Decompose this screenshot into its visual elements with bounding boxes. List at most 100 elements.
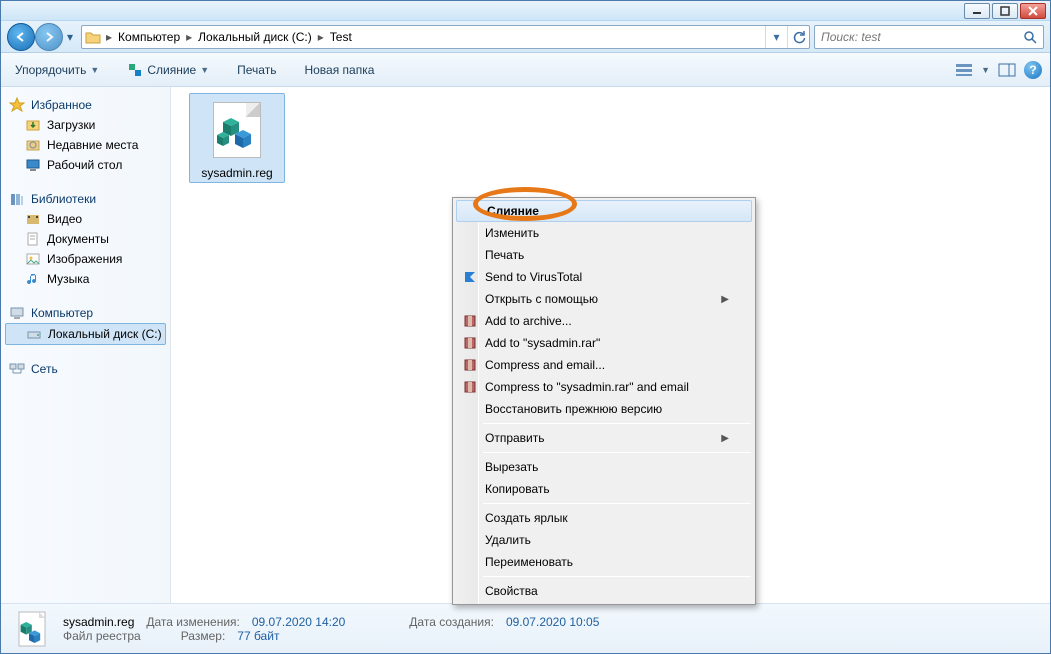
details-created-label: Дата создания:	[409, 615, 494, 629]
sidebar-item-downloads[interactable]: Загрузки	[1, 115, 170, 135]
libraries-icon	[9, 191, 25, 207]
details-filename: sysadmin.reg	[63, 615, 134, 629]
details-pane: sysadmin.reg Дата изменения: 09.07.2020 …	[1, 603, 1050, 653]
history-dropdown[interactable]: ▾	[63, 27, 77, 47]
details-mod-label: Дата изменения:	[146, 615, 240, 629]
sidebar-label: Локальный диск (C:)	[48, 327, 162, 341]
chevron-right-icon[interactable]: ▸	[104, 30, 114, 44]
crumb-folder[interactable]: Test	[326, 26, 356, 48]
network-icon	[9, 361, 25, 377]
ctx-rename[interactable]: Переименовать	[455, 551, 753, 573]
sidebar-label: Видео	[47, 212, 82, 226]
ctx-print[interactable]: Печать	[455, 244, 753, 266]
toolbar-right: ▼ ?	[955, 61, 1042, 79]
ctx-virustotal[interactable]: Send to VirusTotal	[455, 266, 753, 288]
sidebar: Избранное Загрузки Недавние места Рабочи…	[1, 87, 171, 603]
drive-icon	[26, 326, 42, 342]
ctx-sendto[interactable]: Отправить▶	[455, 427, 753, 449]
documents-icon	[25, 231, 41, 247]
ctx-addarchive[interactable]: Add to archive...	[455, 310, 753, 332]
sidebar-computer-head[interactable]: Компьютер	[1, 303, 170, 323]
downloads-icon	[25, 117, 41, 133]
ctx-addrar[interactable]: Add to "sysadmin.rar"	[455, 332, 753, 354]
organize-label: Упорядочить	[15, 63, 86, 77]
ctx-restore[interactable]: Восстановить прежнюю версию	[455, 398, 753, 420]
chevron-right-icon[interactable]: ▸	[184, 30, 194, 44]
chevron-right-icon[interactable]: ▸	[316, 30, 326, 44]
sidebar-label: Изображения	[47, 252, 122, 266]
close-button[interactable]	[1020, 3, 1046, 19]
crumb-computer[interactable]: Компьютер	[114, 26, 184, 48]
sidebar-network-head[interactable]: Сеть	[1, 359, 170, 379]
music-icon	[25, 271, 41, 287]
back-button[interactable]	[7, 23, 35, 51]
winrar-icon	[461, 378, 479, 396]
sidebar-label: Рабочий стол	[47, 158, 122, 172]
context-menu: Слияние Изменить Печать Send to VirusTot…	[452, 197, 756, 605]
newfolder-button[interactable]: Новая папка	[298, 59, 380, 81]
details-size-val: 77 байт	[237, 629, 279, 643]
sidebar-libraries-head[interactable]: Библиотеки	[1, 189, 170, 209]
sidebar-item-desktop[interactable]: Рабочий стол	[1, 155, 170, 175]
help-button[interactable]: ?	[1024, 61, 1042, 79]
print-button[interactable]: Печать	[231, 59, 282, 81]
breadcrumb: ▸ Компьютер ▸ Локальный диск (C:) ▸ Test	[104, 26, 765, 48]
reg-icon	[127, 62, 143, 78]
file-name: sysadmin.reg	[192, 166, 282, 180]
search-placeholder: Поиск: test	[821, 30, 881, 44]
sidebar-label: Компьютер	[31, 306, 93, 320]
winrar-icon	[461, 334, 479, 352]
view-button[interactable]	[955, 61, 973, 79]
minimize-button[interactable]	[964, 3, 990, 19]
submenu-arrow-icon: ▶	[721, 433, 729, 444]
preview-pane-button[interactable]	[998, 61, 1016, 79]
toolbar: Упорядочить▼ Слияние▼ Печать Новая папка…	[1, 53, 1050, 87]
ctx-delete[interactable]: Удалить	[455, 529, 753, 551]
ctx-compressemail[interactable]: Compress and email...	[455, 354, 753, 376]
organize-button[interactable]: Упорядочить▼	[9, 59, 105, 81]
maximize-button[interactable]	[992, 3, 1018, 19]
sidebar-item-local-disk[interactable]: Локальный диск (C:)	[5, 323, 166, 345]
sidebar-label: Сеть	[31, 362, 58, 376]
sidebar-item-documents[interactable]: Документы	[1, 229, 170, 249]
ctx-cut[interactable]: Вырезать	[455, 456, 753, 478]
ctx-properties[interactable]: Свойства	[455, 580, 753, 602]
merge-toolbar-button[interactable]: Слияние▼	[121, 58, 215, 82]
search-input[interactable]: Поиск: test	[814, 25, 1044, 49]
ctx-merge[interactable]: Слияние	[456, 200, 752, 222]
sidebar-item-video[interactable]: Видео	[1, 209, 170, 229]
crumb-drive[interactable]: Локальный диск (C:)	[194, 26, 316, 48]
file-item[interactable]: sysadmin.reg	[189, 93, 285, 183]
sidebar-label: Документы	[47, 232, 109, 246]
newfolder-label: Новая папка	[304, 63, 374, 77]
refresh-button[interactable]	[787, 26, 809, 48]
titlebar	[1, 1, 1050, 21]
sidebar-favorites-head[interactable]: Избранное	[1, 95, 170, 115]
merge-label: Слияние	[147, 63, 196, 77]
ctx-compressraremail[interactable]: Compress to "sysadmin.rar" and email	[455, 376, 753, 398]
video-icon	[25, 211, 41, 227]
sidebar-item-images[interactable]: Изображения	[1, 249, 170, 269]
explorer-window: ▾ ▸ Компьютер ▸ Локальный диск (C:) ▸ Te…	[0, 0, 1051, 654]
sidebar-item-music[interactable]: Музыка	[1, 269, 170, 289]
ctx-copy[interactable]: Копировать	[455, 478, 753, 500]
ctx-openwith[interactable]: Открыть с помощью▶	[455, 288, 753, 310]
winrar-icon	[461, 356, 479, 374]
computer-icon	[9, 305, 25, 321]
details-filetype: Файл реестра	[63, 629, 141, 643]
ctx-shortcut[interactable]: Создать ярлык	[455, 507, 753, 529]
file-list[interactable]: sysadmin.reg Слияние Изменить Печать Sen…	[171, 87, 1050, 603]
address-bar[interactable]: ▸ Компьютер ▸ Локальный диск (C:) ▸ Test…	[81, 25, 810, 49]
sidebar-label: Недавние места	[47, 138, 138, 152]
nav-arrows: ▾	[7, 23, 77, 51]
ctx-edit[interactable]: Изменить	[455, 222, 753, 244]
addr-dropdown[interactable]: ▾	[765, 26, 787, 48]
view-dropdown[interactable]: ▼	[981, 65, 990, 75]
forward-button[interactable]	[35, 23, 63, 51]
images-icon	[25, 251, 41, 267]
details-created-val: 09.07.2020 10:05	[506, 615, 599, 629]
reg-file-icon	[11, 608, 53, 650]
details-mod-val: 09.07.2020 14:20	[252, 615, 345, 629]
submenu-arrow-icon: ▶	[721, 294, 729, 305]
sidebar-item-recent[interactable]: Недавние места	[1, 135, 170, 155]
